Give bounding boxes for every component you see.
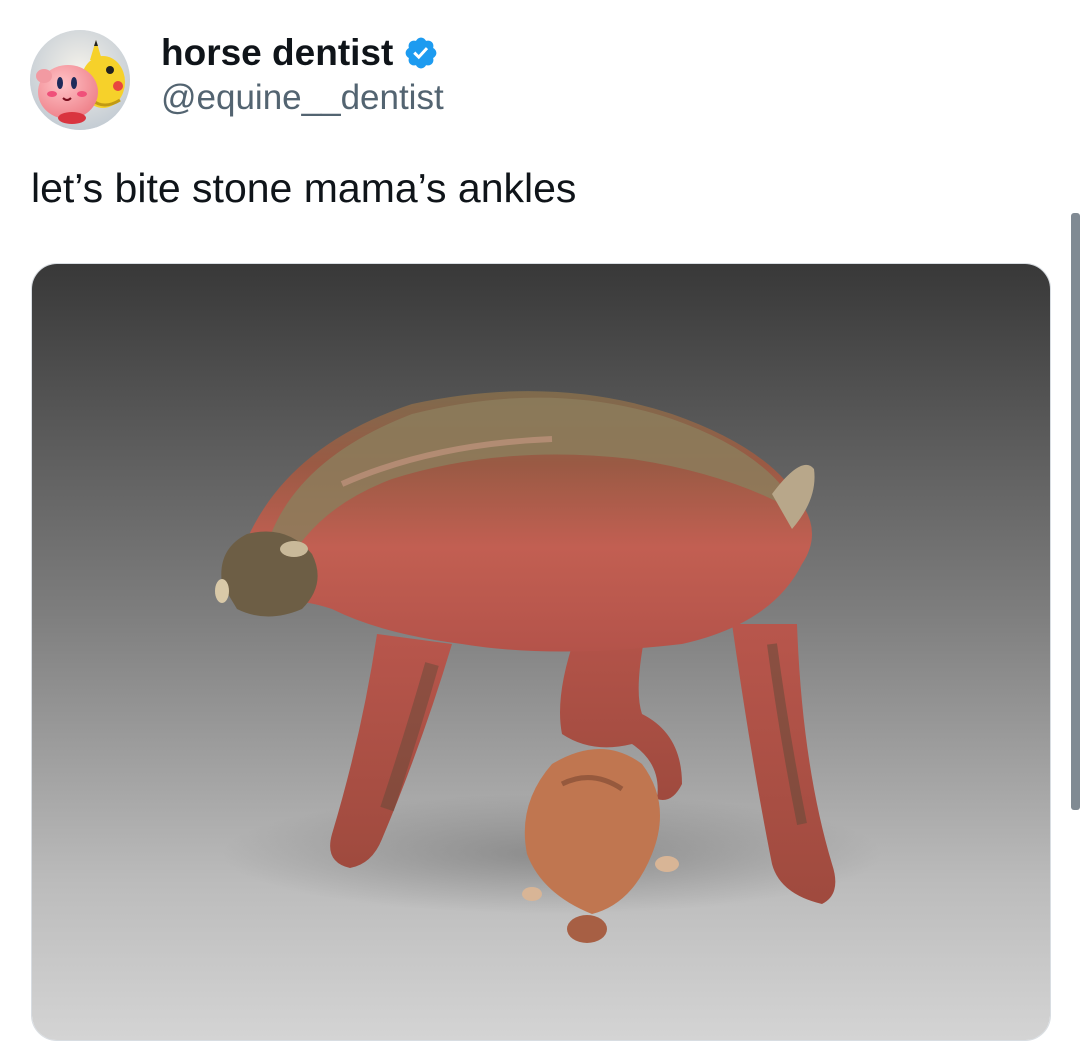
name-row: horse dentist [161, 28, 439, 78]
media-photo[interactable] [31, 263, 1051, 1041]
verified-badge-icon [403, 35, 439, 71]
display-name[interactable]: horse dentist [161, 32, 393, 74]
ceramic-creature-sculpture-image [32, 264, 1050, 1040]
scrollbar[interactable] [1071, 213, 1080, 810]
tweet-text: let’s bite stone mama’s ankles [31, 165, 577, 211]
handle[interactable]: @equine__dentist [161, 78, 444, 118]
tweet: horse dentist @equine__dentist let’s bit… [0, 0, 1080, 1064]
avatar-image [30, 30, 130, 130]
avatar[interactable] [30, 30, 130, 130]
